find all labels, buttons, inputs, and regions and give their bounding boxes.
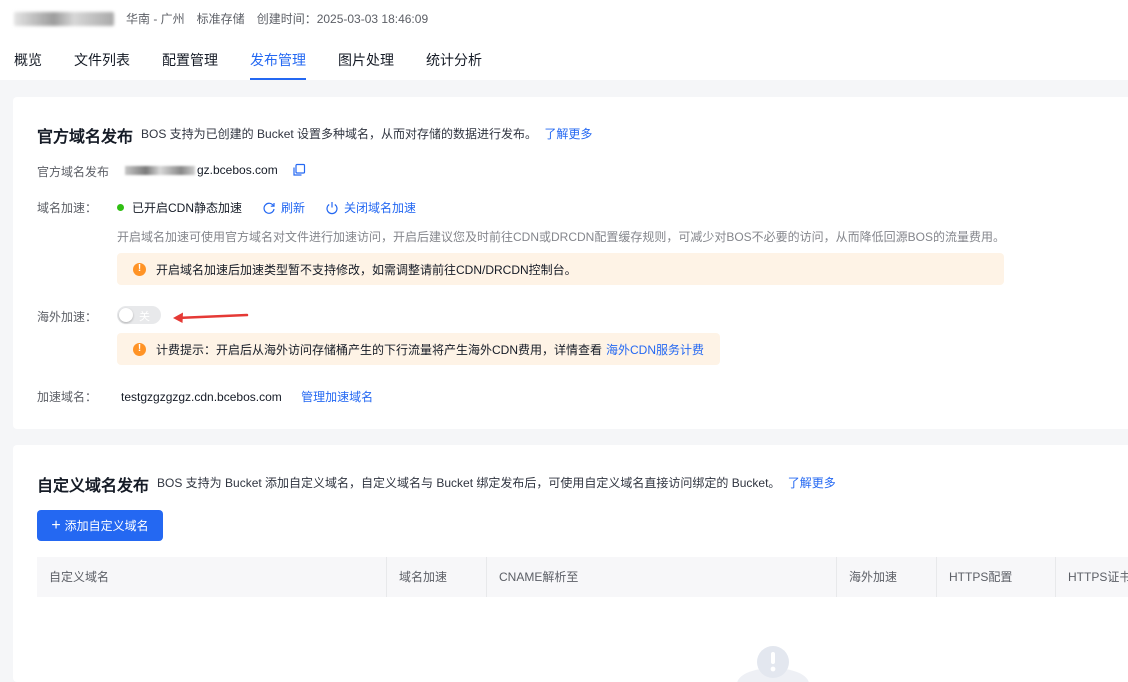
copy-icon[interactable] [292,163,306,177]
official-domain-label-text: 官方域名发布 [37,165,110,179]
col-accel: 域名加速 [387,557,487,597]
accel-status: 已开启CDN静态加速 [132,201,242,215]
official-desc-text: BOS 支持为已创建的 Bucket 设置多种域名，从而对存储的数据进行发布。 [141,127,538,141]
add-custom-domain-label: 添加自定义域名 [64,519,149,533]
custom-domain-title: 自定义域名发布 [37,478,150,495]
warning-icon: ! [133,342,146,356]
accel-row: 已开启CDN静态加速 刷新 关闭域名加速 [117,199,416,216]
cdn-domain-value: testgzgzgzgz.cdn.bcebos.com 管理加速域名 [121,388,373,405]
overseas-label: 海外加速： [37,310,98,324]
official-domain-card: 官方域名发布 BOS 支持为已创建的 Bucket 设置多种域名，从而对存储的数… [13,97,1128,429]
official-domain-value: gz.bcebos.com [125,163,306,177]
tab-statistics[interactable]: 统计分析 [426,50,482,80]
created-time: 创建时间：2025-03-03 18:46:09 [256,12,429,26]
tab-publish[interactable]: 发布管理 [250,50,306,80]
tab-overview[interactable]: 概览 [14,50,42,80]
annotation-arrow-icon [173,312,249,323]
col-cname: CNAME解析至 [487,557,837,597]
col-https-config: HTTPS配置 [937,557,1056,597]
top-bar: 华南 - 广州 标准存储 创建时间：2025-03-03 18:46:09 概览… [0,0,1128,80]
plus-icon: + [51,516,61,534]
toggle-state-label: 关 [139,311,150,323]
official-domain-desc: BOS 支持为已创建的 Bucket 设置多种域名，从而对存储的数据进行发布。 … [141,125,592,142]
official-learn-more-link[interactable]: 了解更多 [544,127,592,141]
tab-bar: 概览 文件列表 配置管理 发布管理 图片处理 统计分析 [14,50,514,80]
col-overseas: 海外加速 [837,557,937,597]
bucket-info: 华南 - 广州 标准存储 创建时间：2025-03-03 18:46:09 [14,10,440,27]
toggle-knob [119,308,133,322]
close-accel-button[interactable]: 关闭域名加速 [325,199,416,216]
official-domain-blurred [125,165,195,175]
empty-cloud-icon [737,646,809,682]
custom-domain-card: 自定义域名发布 BOS 支持为 Bucket 添加自定义域名，自定义域名与 Bu… [13,445,1128,682]
warning-icon: ! [133,262,146,276]
close-accel-label: 关闭域名加速 [344,201,417,215]
tab-image-processing[interactable]: 图片处理 [338,50,394,80]
custom-domain-desc: BOS 支持为 Bucket 添加自定义域名，自定义域名与 Bucket 绑定发… [157,474,836,491]
storage-class: 标准存储 [196,12,245,26]
refresh-button[interactable]: 刷新 [262,199,305,216]
bucket-name-blurred [14,11,114,26]
power-icon [326,201,338,214]
add-custom-domain-button[interactable]: + 添加自定义域名 [37,510,163,541]
custom-learn-more-link[interactable]: 了解更多 [788,476,836,490]
accel-label: 域名加速： [37,201,98,215]
tab-file-list[interactable]: 文件列表 [74,50,130,80]
region: 华南 - 广州 [126,12,185,26]
accel-alert: ! 开启域名加速后加速类型暂不支持修改，如需调整请前往CDN/DRCDN控制台。 [117,253,1004,285]
custom-domain-table-header: 自定义域名 域名加速 CNAME解析至 海外加速 HTTPS配置 HTTPS证书 [37,557,1128,597]
status-dot-icon [117,204,124,211]
official-domain-suffix: gz.bcebos.com [197,163,278,177]
custom-desc-text: BOS 支持为 Bucket 添加自定义域名，自定义域名与 Bucket 绑定发… [157,476,781,490]
official-domain-title: 官方域名发布 [37,129,134,146]
col-custom-domain: 自定义域名 [37,557,387,597]
accel-alert-text: 开启域名加速后加速类型暂不支持修改，如需调整请前往CDN/DRCDN控制台。 [156,262,577,277]
tab-config[interactable]: 配置管理 [162,50,218,80]
cdn-domain-label: 加速域名： [37,390,98,404]
overseas-pricing-link[interactable]: 海外CDN服务计费 [606,341,704,358]
manage-accel-domain-link[interactable]: 管理加速域名 [301,390,373,404]
overseas-alert: ! 计费提示：开启后从海外访问存储桶产生的下行流量将产生海外CDN费用，详情查看… [117,333,720,365]
overseas-accel-toggle[interactable]: 关 [117,306,161,324]
cdn-domain: testgzgzgzgz.cdn.bcebos.com [121,390,282,404]
col-https-cert: HTTPS证书 [1068,570,1128,584]
accel-help-text: 开启域名加速可使用官方域名对文件进行加速访问，开启后建议您及时前往CDN或DRC… [117,230,1006,244]
refresh-icon [263,202,275,214]
refresh-label: 刷新 [281,201,306,215]
official-domain-label: 官方域名发布 [37,163,109,180]
overseas-alert-text: 计费提示：开启后从海外访问存储桶产生的下行流量将产生海外CDN费用，详情查看 [156,342,603,357]
